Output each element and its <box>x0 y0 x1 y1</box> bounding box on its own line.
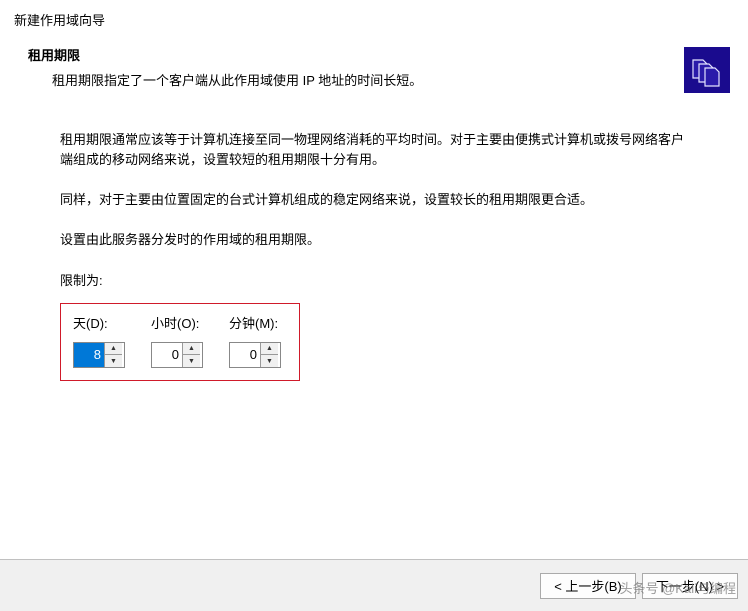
minutes-spinner[interactable]: ▲ ▼ <box>229 342 281 368</box>
page-heading: 租用期限 <box>28 45 734 64</box>
days-label: 天(D): <box>73 314 131 334</box>
minutes-down-button[interactable]: ▼ <box>261 355 278 367</box>
days-down-button[interactable]: ▼ <box>105 355 122 367</box>
days-up-button[interactable]: ▲ <box>105 343 122 356</box>
scope-icon <box>684 47 730 93</box>
minutes-field-group: 分钟(M): ▲ ▼ <box>229 314 287 368</box>
minutes-input[interactable] <box>230 343 260 367</box>
hours-field-group: 小时(O): ▲ ▼ <box>151 314 209 368</box>
info-paragraph-2: 同样，对于主要由位置固定的台式计算机组成的稳定网络来说，设置较长的租用期限更合适… <box>60 190 688 210</box>
days-input[interactable] <box>74 343 104 367</box>
minutes-label: 分钟(M): <box>229 314 287 334</box>
lease-duration-group: 天(D): ▲ ▼ 小时(O): ▲ ▼ <box>60 303 300 381</box>
content-area: 租用期限通常应该等于计算机连接至同一物理网络消耗的平均时间。对于主要由便携式计算… <box>0 112 748 401</box>
hours-input[interactable] <box>152 343 182 367</box>
days-field-group: 天(D): ▲ ▼ <box>73 314 131 368</box>
hours-label: 小时(O): <box>151 314 209 334</box>
wizard-title: 新建作用域向导 <box>0 0 748 35</box>
days-spinner[interactable]: ▲ ▼ <box>73 342 125 368</box>
page-description: 租用期限指定了一个客户端从此作用域使用 IP 地址的时间长短。 <box>28 70 734 89</box>
info-paragraph-1: 租用期限通常应该等于计算机连接至同一物理网络消耗的平均时间。对于主要由便携式计算… <box>60 130 688 170</box>
wizard-footer: < 上一步(B) 下一步(N) > 头条号 @Kali与编程 <box>0 559 748 611</box>
hours-down-button[interactable]: ▼ <box>183 355 200 367</box>
wizard-header: 租用期限 租用期限指定了一个客户端从此作用域使用 IP 地址的时间长短。 <box>0 35 748 111</box>
next-button[interactable]: 下一步(N) > <box>642 573 738 599</box>
info-paragraph-3: 设置由此服务器分发时的作用域的租用期限。 <box>60 230 688 250</box>
minutes-up-button[interactable]: ▲ <box>261 343 278 356</box>
hours-up-button[interactable]: ▲ <box>183 343 200 356</box>
limit-label: 限制为: <box>60 271 688 291</box>
back-button[interactable]: < 上一步(B) <box>540 573 636 599</box>
hours-spinner[interactable]: ▲ ▼ <box>151 342 203 368</box>
